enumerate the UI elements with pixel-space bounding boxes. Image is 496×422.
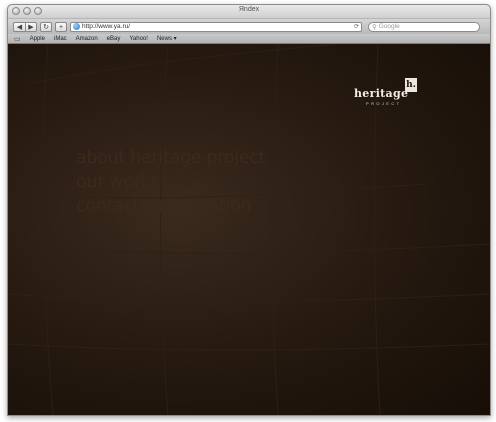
reload-button[interactable]: ↻ (40, 21, 52, 32)
bookmark-amazon[interactable]: Amazon (76, 36, 98, 42)
forward-button[interactable]: ▶ (25, 21, 37, 32)
browser-toolbar: ◀ ▶ ↻ + http://www.ya.ru/ ⟳ ⚲ Google (8, 19, 490, 34)
bookmark-news[interactable]: News ▾ (157, 35, 177, 42)
add-bookmark-button[interactable]: + (55, 21, 67, 32)
bookmark-apple[interactable]: Apple (30, 36, 45, 42)
address-reload-icon[interactable]: ⟳ (354, 23, 359, 30)
nav-link-contacts[interactable]: contacts information (76, 194, 265, 218)
window-title: Яndex (238, 6, 260, 13)
bookmark-ebay[interactable]: eBay (107, 36, 121, 42)
bookmark-yahoo[interactable]: Yahoo! (129, 36, 148, 42)
back-button[interactable]: ◀ (13, 21, 25, 32)
site-icon (73, 23, 80, 30)
url-text: http://www.ya.ru/ (82, 23, 131, 30)
page-content: heritage h. PROJECT about heritage proje… (8, 44, 490, 415)
logo-mark-icon: h. (405, 78, 417, 92)
search-icon: ⚲ (372, 23, 377, 31)
bookmarks-book-icon[interactable]: ▭ (14, 35, 21, 43)
main-navigation: about heritage project our works contact… (76, 146, 265, 218)
heritage-logo[interactable]: heritage h. PROJECT (354, 78, 420, 108)
back-forward-group: ◀ ▶ (13, 21, 37, 32)
nav-link-about[interactable]: about heritage project (76, 146, 265, 170)
browser-window: Яndex ◀ ▶ ↻ + http://www.ya.ru/ ⟳ ⚲ Goog… (7, 4, 491, 416)
bookmark-imac[interactable]: iMac (54, 36, 67, 42)
logo-subtitle: PROJECT (366, 101, 402, 106)
search-field[interactable]: ⚲ Google (368, 21, 480, 32)
address-bar[interactable]: http://www.ya.ru/ ⟳ (70, 21, 362, 32)
bookmarks-bar: ▭ Apple iMac Amazon eBay Yahoo! News ▾ (8, 34, 490, 44)
title-bar: Яndex (8, 5, 490, 19)
search-placeholder: Google (378, 23, 400, 30)
nav-link-works[interactable]: our works (76, 170, 265, 194)
logo-word: heritage (354, 87, 409, 100)
